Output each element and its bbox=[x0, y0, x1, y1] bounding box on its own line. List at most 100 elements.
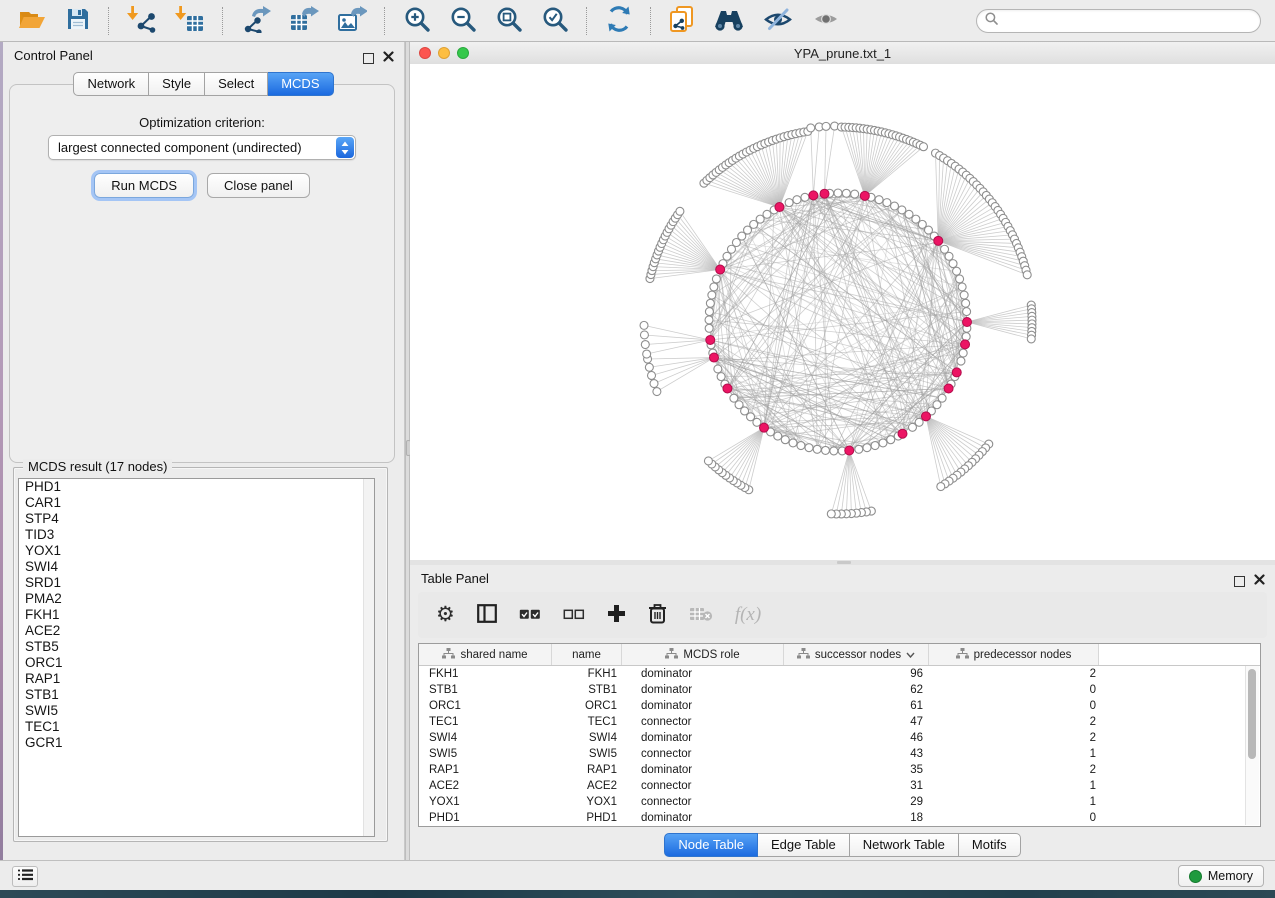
network-node[interactable] bbox=[653, 388, 661, 396]
network-node[interactable] bbox=[704, 457, 712, 465]
mcds-result-item[interactable]: PMA2 bbox=[19, 591, 374, 607]
network-node[interactable] bbox=[959, 349, 967, 357]
mcds-result-item[interactable]: SWI5 bbox=[19, 703, 374, 719]
network-node[interactable] bbox=[645, 363, 653, 371]
network-node[interactable] bbox=[871, 442, 879, 450]
export-image-button[interactable] bbox=[331, 3, 373, 38]
network-node[interactable] bbox=[887, 436, 895, 444]
mcds-result-item[interactable]: STB1 bbox=[19, 687, 374, 703]
network-node[interactable] bbox=[708, 291, 716, 299]
network-node[interactable] bbox=[963, 308, 971, 316]
select-all-button[interactable] bbox=[519, 607, 541, 624]
network-node-dominator[interactable] bbox=[963, 318, 972, 327]
network-node[interactable] bbox=[962, 299, 970, 307]
network-node[interactable] bbox=[953, 267, 961, 275]
network-node[interactable] bbox=[641, 341, 649, 349]
network-node[interactable] bbox=[705, 316, 713, 324]
delete-column-button[interactable] bbox=[648, 603, 667, 627]
network-node-dominator[interactable] bbox=[706, 335, 715, 344]
function-builder-button[interactable]: f(x) bbox=[735, 604, 761, 626]
hide-selected-button[interactable] bbox=[757, 4, 799, 37]
network-node[interactable] bbox=[774, 432, 782, 440]
network-node[interactable] bbox=[789, 439, 797, 447]
network-node-dominator[interactable] bbox=[760, 423, 769, 432]
network-node-dominator[interactable] bbox=[716, 265, 725, 274]
splitter-handle[interactable] bbox=[837, 561, 851, 564]
table-row[interactable]: SWI5SWI5connector431 bbox=[419, 746, 1260, 762]
mcds-result-list[interactable]: PHD1CAR1STP4TID3YOX1SWI4SRD1PMA2FKH1ACE2… bbox=[18, 478, 375, 837]
network-node[interactable] bbox=[834, 189, 842, 197]
network-node-dominator[interactable] bbox=[775, 203, 784, 212]
network-node[interactable] bbox=[1027, 335, 1035, 343]
tab-style[interactable]: Style bbox=[149, 72, 205, 96]
network-node[interactable] bbox=[863, 444, 871, 452]
network-node[interactable] bbox=[875, 196, 883, 204]
network-node-dominator[interactable] bbox=[961, 340, 970, 349]
import-network-button[interactable] bbox=[121, 3, 163, 38]
open-file-button[interactable] bbox=[11, 3, 53, 38]
show-all-button[interactable] bbox=[805, 4, 847, 37]
network-node[interactable] bbox=[891, 202, 899, 210]
network-node[interactable] bbox=[851, 190, 859, 198]
close-panel-icon[interactable] bbox=[383, 49, 394, 67]
network-node[interactable] bbox=[640, 331, 648, 339]
network-node[interactable] bbox=[813, 445, 821, 453]
network-node-dominator[interactable] bbox=[845, 446, 854, 455]
network-node[interactable] bbox=[842, 189, 850, 197]
add-column-button[interactable] bbox=[607, 604, 626, 626]
unselect-all-button[interactable] bbox=[563, 607, 585, 624]
scrollbar-thumb[interactable] bbox=[1248, 669, 1256, 759]
network-node[interactable] bbox=[879, 439, 887, 447]
first-neighbors-button[interactable] bbox=[707, 4, 751, 37]
network-node[interactable] bbox=[821, 446, 829, 454]
network-node[interactable] bbox=[958, 283, 966, 291]
network-node[interactable] bbox=[710, 283, 718, 291]
network-node[interactable] bbox=[781, 436, 789, 444]
network-node-dominator[interactable] bbox=[921, 412, 930, 421]
tab-network-table[interactable]: Network Table bbox=[850, 833, 959, 857]
table-row[interactable]: YOX1YOX1connector291 bbox=[419, 794, 1260, 810]
run-mcds-button[interactable]: Run MCDS bbox=[94, 173, 194, 198]
network-node-dominator[interactable] bbox=[820, 189, 829, 198]
mcds-result-item[interactable]: TID3 bbox=[19, 527, 374, 543]
mcds-result-item[interactable]: STB5 bbox=[19, 639, 374, 655]
task-history-button[interactable] bbox=[12, 866, 38, 887]
network-node-dominator[interactable] bbox=[860, 191, 869, 200]
network-node[interactable] bbox=[763, 210, 771, 218]
mcds-result-item[interactable]: PHD1 bbox=[19, 479, 374, 495]
table-row[interactable]: ACE2ACE2connector311 bbox=[419, 778, 1260, 794]
table-scrollbar[interactable] bbox=[1245, 666, 1259, 825]
network-node[interactable] bbox=[640, 321, 648, 329]
table-row[interactable]: SWI4SWI4dominator462 bbox=[419, 730, 1260, 746]
delete-table-button[interactable] bbox=[689, 606, 713, 625]
column-header-name[interactable]: name bbox=[552, 644, 622, 665]
export-network-button[interactable] bbox=[235, 3, 277, 38]
tab-motifs[interactable]: Motifs bbox=[959, 833, 1021, 857]
refresh-button[interactable] bbox=[599, 3, 639, 38]
network-node[interactable] bbox=[962, 333, 970, 341]
network-node-dominator[interactable] bbox=[723, 384, 732, 393]
network-node[interactable] bbox=[898, 206, 906, 214]
network-node[interactable] bbox=[960, 291, 968, 299]
network-node[interactable] bbox=[723, 252, 731, 260]
optimization-select[interactable]: largest connected component (undirected) bbox=[48, 135, 356, 160]
network-node[interactable] bbox=[908, 423, 916, 431]
tab-edge-table[interactable]: Edge Table bbox=[758, 833, 850, 857]
zoom-selected-button[interactable] bbox=[535, 3, 575, 38]
column-header-shared-name[interactable]: shared name bbox=[419, 644, 552, 665]
zoom-in-button[interactable] bbox=[397, 3, 437, 38]
table-row[interactable]: ORC1ORC1dominator610 bbox=[419, 698, 1260, 714]
memory-button[interactable]: Memory bbox=[1178, 865, 1264, 887]
network-node-dominator[interactable] bbox=[944, 384, 953, 393]
export-table-button[interactable] bbox=[283, 3, 325, 38]
network-node[interactable] bbox=[822, 122, 830, 130]
network-node[interactable] bbox=[941, 245, 949, 253]
mcds-result-item[interactable]: SRD1 bbox=[19, 575, 374, 591]
network-node[interactable] bbox=[797, 442, 805, 450]
save-session-button[interactable] bbox=[59, 4, 97, 37]
mcds-result-item[interactable]: FKH1 bbox=[19, 607, 374, 623]
close-panel-button[interactable]: Close panel bbox=[207, 173, 310, 198]
network-node[interactable] bbox=[717, 373, 725, 381]
network-node[interactable] bbox=[705, 324, 713, 332]
tab-network[interactable]: Network bbox=[73, 72, 149, 96]
